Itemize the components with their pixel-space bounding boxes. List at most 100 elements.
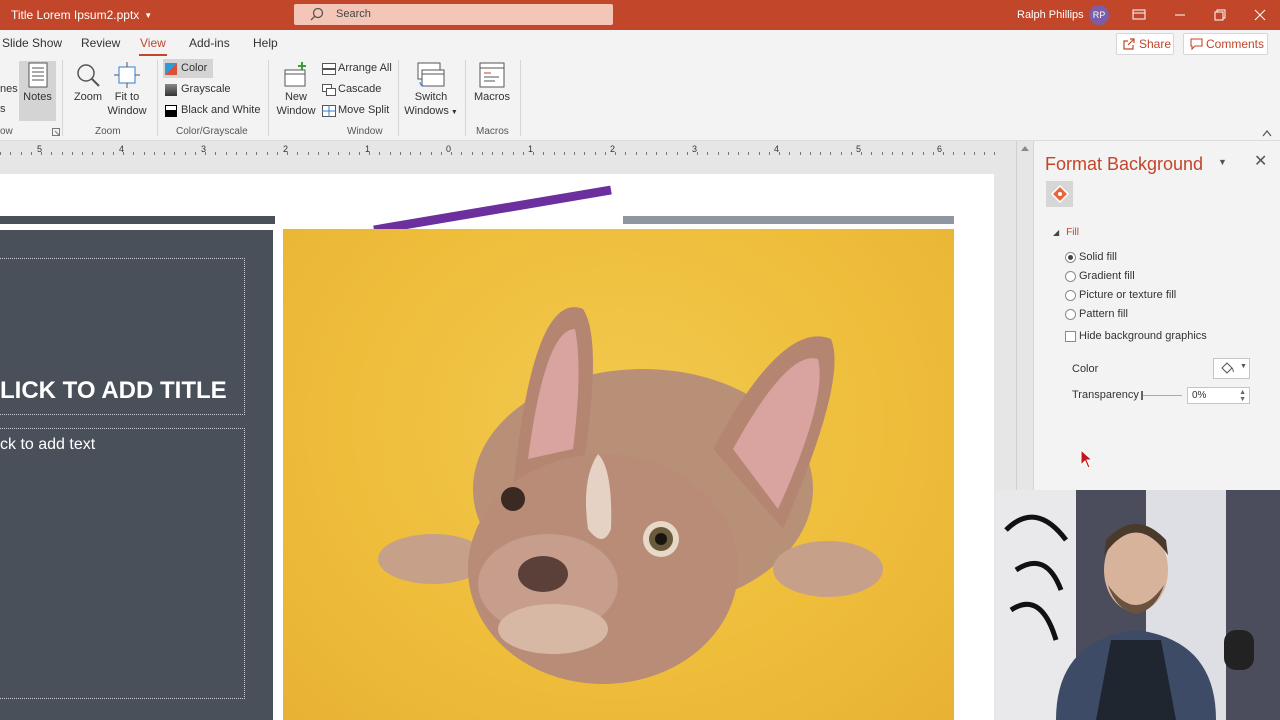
search-box[interactable]: Search	[294, 4, 613, 25]
window-group-label: Window	[347, 126, 383, 137]
checkbox-icon	[1065, 331, 1076, 342]
ruler-tick	[92, 152, 93, 155]
cascade-label: Cascade	[338, 83, 382, 95]
new-window-button[interactable]: New Window	[275, 62, 317, 118]
minimize-icon[interactable]	[1169, 4, 1191, 26]
ruler-tick	[953, 152, 954, 155]
move-split-label: Move Split	[338, 104, 390, 116]
gradient-fill-radio[interactable]: Gradient fill	[1065, 270, 1135, 284]
fill-color-picker[interactable]: ▼	[1213, 358, 1250, 379]
title-placeholder[interactable]: LICK TO ADD TITLE	[0, 377, 227, 405]
cascade-button[interactable]: Cascade	[320, 80, 381, 99]
slide-canvas[interactable]: LICK TO ADD TITLE ck to add text	[0, 174, 994, 720]
ruler-tick	[123, 152, 124, 155]
ruler-tick	[82, 152, 83, 155]
color-button[interactable]: Color	[163, 59, 214, 78]
user-name[interactable]: Ralph Phillips	[1017, 9, 1084, 21]
ruler-tick	[707, 152, 708, 155]
ruler-tick	[984, 152, 985, 155]
pattern-fill-radio[interactable]: Pattern fill	[1065, 308, 1128, 322]
slide-photo-dog[interactable]	[283, 229, 954, 720]
ruler-tick	[933, 152, 934, 155]
group-separator	[157, 60, 158, 136]
ruler-tick	[328, 152, 329, 155]
pane-options-icon[interactable]: ▼	[1218, 157, 1227, 167]
tab-review[interactable]: Review	[81, 36, 120, 50]
ruler-tick	[369, 152, 370, 155]
comments-button[interactable]: Comments	[1183, 33, 1268, 55]
fill-color-icon	[1221, 362, 1234, 374]
fill-tab-button[interactable]	[1046, 181, 1073, 207]
ruler-tick	[523, 152, 524, 155]
file-name-dropdown[interactable]: Title Lorem Ipsum2.pptx ▼	[11, 8, 152, 22]
format-background-pane: Format Background ▼ ✕ ◢ Fill Solid fill G…	[1033, 141, 1280, 490]
avatar[interactable]: RP	[1089, 5, 1109, 25]
macros-button[interactable]: Macros	[472, 62, 512, 104]
move-split-button[interactable]: Move Split	[320, 101, 389, 120]
ribbon-display-options-icon[interactable]	[1128, 4, 1150, 26]
horizontal-ruler: 5 4 3 2 1 0 1 2 3 4 5 6	[0, 141, 995, 159]
chevron-down-icon: ▼	[1240, 363, 1247, 370]
ruler-tick	[390, 152, 391, 155]
ruler-tick	[636, 152, 637, 155]
comment-icon	[1190, 38, 1203, 50]
ruler-tick	[236, 152, 237, 155]
switch-windows-button[interactable]: Switch Windows ▼	[403, 62, 459, 120]
close-icon[interactable]	[1249, 4, 1271, 26]
dialog-launcher-icon[interactable]	[52, 128, 60, 136]
mouse-cursor-icon	[1080, 449, 1094, 469]
ruler-tick	[584, 152, 585, 155]
ruler-tick	[431, 152, 432, 155]
picture-texture-fill-radio[interactable]: Picture or texture fill	[1065, 289, 1176, 303]
solid-fill-label: Solid fill	[1079, 251, 1117, 263]
restore-icon[interactable]	[1209, 4, 1231, 26]
transparency-slider[interactable]	[1142, 395, 1182, 396]
picture-texture-fill-label: Picture or texture fill	[1079, 289, 1177, 301]
black-and-white-button[interactable]: Black and White	[163, 101, 260, 120]
ruler-tick	[10, 152, 11, 155]
ruler-tick	[420, 152, 421, 155]
cascade-icon	[322, 84, 336, 96]
share-icon	[1123, 38, 1135, 50]
ruler-tick	[810, 152, 811, 155]
body-placeholder[interactable]: ck to add text	[0, 436, 95, 454]
switch-windows-label-2: Windows	[404, 105, 449, 117]
zoom-group-label: Zoom	[95, 126, 121, 137]
spinner-icon[interactable]: ▲ ▼	[1239, 389, 1246, 403]
magnifier-icon	[77, 64, 100, 87]
ruler-tick	[174, 152, 175, 155]
arrange-all-button[interactable]: Arrange All	[320, 59, 392, 78]
body-placeholder-box[interactable]	[0, 428, 245, 699]
scroll-up-icon[interactable]	[1020, 144, 1030, 152]
tab-help[interactable]: Help	[253, 36, 278, 50]
tab-view[interactable]: View	[139, 36, 167, 56]
ruler-tick	[502, 152, 503, 155]
ruler-tick	[687, 152, 688, 155]
fit-to-window-button[interactable]: Fit to Window	[106, 62, 148, 118]
zoom-button[interactable]: Zoom	[70, 62, 106, 104]
ruler-tick	[595, 152, 596, 155]
tab-add-ins[interactable]: Add-ins	[189, 36, 230, 50]
file-name: Title Lorem Ipsum2.pptx	[11, 8, 140, 22]
ruler-tick	[318, 152, 319, 155]
ruler-tick	[297, 152, 298, 155]
transparency-slider-thumb[interactable]	[1141, 391, 1143, 400]
share-button[interactable]: Share	[1116, 33, 1174, 55]
solid-fill-radio[interactable]: Solid fill	[1065, 251, 1117, 265]
collapse-ribbon-icon[interactable]	[1262, 129, 1272, 137]
ruler-tick	[830, 152, 831, 155]
ruler-tick	[554, 152, 555, 155]
fill-section-header[interactable]: ◢ Fill	[1053, 227, 1079, 238]
grayscale-button[interactable]: Grayscale	[163, 80, 231, 99]
transparency-input[interactable]: 0% ▲ ▼	[1187, 387, 1250, 404]
pane-close-icon[interactable]: ✕	[1254, 151, 1267, 171]
ruler-tick	[748, 152, 749, 155]
new-window-label-2: Window	[276, 105, 316, 117]
vertical-scrollbar[interactable]	[1016, 141, 1033, 490]
notes-button-content[interactable]: Notes	[19, 62, 56, 104]
hide-background-graphics-checkbox[interactable]: Hide background graphics	[1065, 330, 1207, 344]
ruler-tick	[113, 152, 114, 155]
tab-slide-show[interactable]: Slide Show	[2, 36, 62, 50]
dog-illustration	[378, 307, 883, 684]
ruler-tick	[543, 152, 544, 155]
